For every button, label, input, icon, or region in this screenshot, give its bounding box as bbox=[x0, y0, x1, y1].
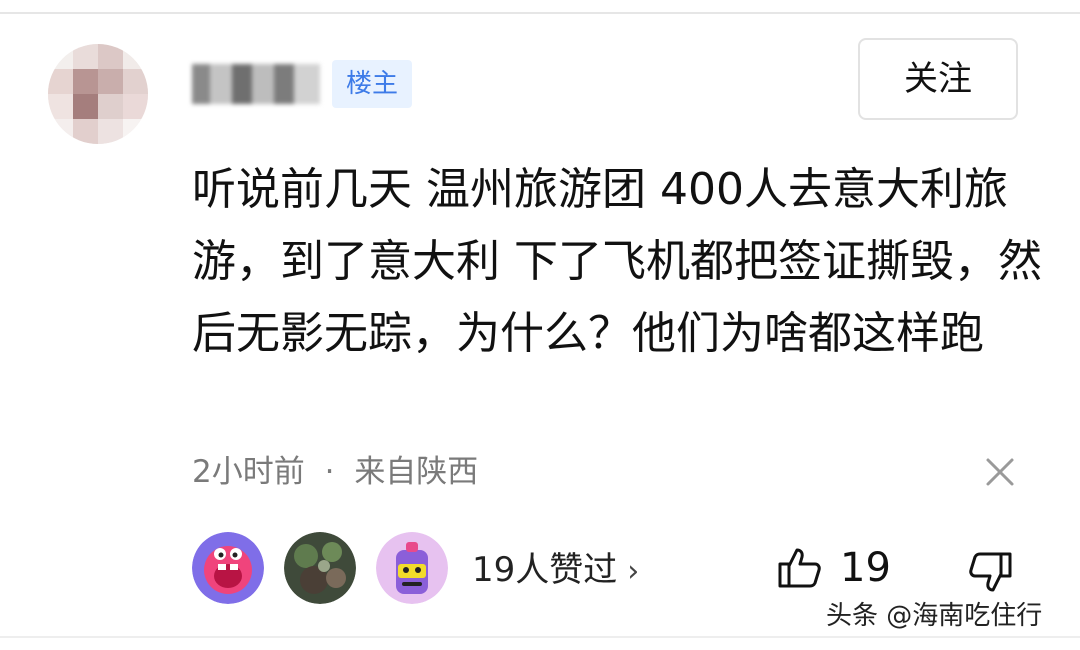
liker-avatar[interactable] bbox=[284, 532, 356, 604]
comment-meta: 2小时前 · 来自陕西 bbox=[192, 448, 478, 496]
liker-avatar[interactable] bbox=[376, 532, 448, 604]
liker-avatar[interactable] bbox=[192, 532, 264, 604]
meta-separator: · bbox=[324, 454, 335, 490]
comment-location: 来自陕西 bbox=[354, 454, 479, 490]
chevron-right-icon: › bbox=[627, 554, 640, 589]
thumbs-down-icon[interactable] bbox=[966, 548, 1014, 596]
watermark-text: 头条 @海南吃住行 bbox=[826, 601, 1043, 631]
follow-button[interactable]: 关注 bbox=[858, 38, 1018, 120]
liked-by-link[interactable]: 19人赞过 › bbox=[472, 546, 639, 596]
close-icon[interactable] bbox=[982, 454, 1018, 490]
liked-by-label: 19人赞过 bbox=[472, 550, 618, 590]
bottom-divider bbox=[0, 636, 1080, 638]
op-badge: 楼主 bbox=[332, 60, 412, 108]
thumbs-up-icon[interactable] bbox=[776, 544, 824, 592]
comment-time: 2小时前 bbox=[192, 454, 305, 490]
author-name-redacted[interactable] bbox=[192, 64, 320, 104]
comment-text: 听说前几天 温州旅游团 400人去意大利旅游，到了意大利 下了飞机都把签证撕毁，… bbox=[192, 164, 1042, 359]
author-avatar[interactable] bbox=[48, 44, 148, 144]
top-divider bbox=[0, 12, 1080, 14]
like-count: 19 bbox=[840, 545, 891, 591]
